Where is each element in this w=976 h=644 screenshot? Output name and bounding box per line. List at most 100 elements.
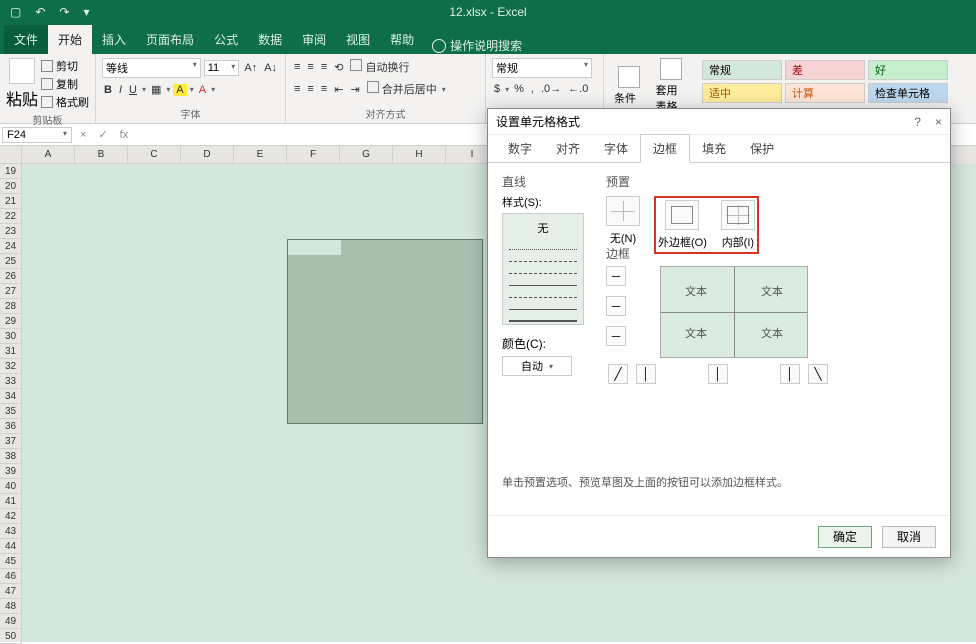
row-header[interactable]: 33 — [0, 374, 22, 389]
tell-me[interactable]: 操作说明搜索 — [432, 37, 522, 54]
row-header[interactable]: 39 — [0, 464, 22, 479]
format-painter-button[interactable]: 格式刷 — [41, 94, 89, 110]
row-header[interactable]: 40 — [0, 479, 22, 494]
italic-button[interactable]: I — [117, 83, 124, 97]
underline-button[interactable]: U — [127, 83, 139, 97]
help-icon[interactable]: ? — [914, 115, 921, 129]
comma-icon[interactable]: , — [529, 82, 536, 96]
row-header[interactable]: 20 — [0, 179, 22, 194]
border-vmid-button[interactable]: │ — [708, 364, 728, 384]
orientation-icon[interactable]: ⟲ — [332, 60, 345, 75]
currency-icon[interactable]: $ — [492, 82, 502, 96]
col-header[interactable]: H — [393, 146, 446, 164]
align-middle-icon[interactable]: ≡ — [305, 60, 315, 74]
style-neutral[interactable]: 适中 — [702, 83, 782, 103]
cancel-button[interactable]: 取消 — [882, 526, 936, 548]
undo-icon[interactable]: ↶ — [31, 5, 49, 19]
increase-font-icon[interactable]: A↑ — [242, 61, 259, 75]
bold-button[interactable]: B — [102, 83, 114, 97]
dialog-titlebar[interactable]: 设置单元格格式 ? × — [488, 109, 950, 135]
number-format-select[interactable]: 常规▾ — [492, 58, 592, 78]
row-header[interactable]: 28 — [0, 299, 22, 314]
preset-inside[interactable]: 内部(I) — [721, 200, 755, 250]
row-header[interactable]: 44 — [0, 539, 22, 554]
border-bottom-button[interactable]: ─ — [606, 326, 626, 346]
row-header[interactable]: 22 — [0, 209, 22, 224]
cut-button[interactable]: 剪切 — [41, 58, 89, 74]
row-header[interactable]: 48 — [0, 599, 22, 614]
row-header[interactable]: 45 — [0, 554, 22, 569]
style-check[interactable]: 检查单元格 — [868, 83, 948, 103]
tab-help[interactable]: 帮助 — [380, 25, 424, 54]
close-icon[interactable]: × — [935, 115, 942, 129]
border-hmid-button[interactable]: ─ — [606, 296, 626, 316]
font-size-select[interactable]: 11▾ — [204, 60, 240, 76]
row-header[interactable]: 37 — [0, 434, 22, 449]
border-left-button[interactable]: │ — [636, 364, 656, 384]
border-diag1-button[interactable]: ╱ — [608, 364, 628, 384]
redo-icon[interactable]: ↷ — [55, 5, 73, 19]
dlg-tab-number[interactable]: 数字 — [496, 135, 544, 162]
font-color-button[interactable]: A — [197, 83, 208, 97]
border-right-button[interactable]: │ — [780, 364, 800, 384]
col-header[interactable]: F — [287, 146, 340, 164]
tab-page-layout[interactable]: 页面布局 — [136, 25, 204, 54]
underline-more-icon[interactable]: ▾ — [142, 85, 146, 94]
row-header[interactable]: 49 — [0, 614, 22, 629]
col-header[interactable]: B — [75, 146, 128, 164]
enter-icon[interactable]: ✓ — [92, 128, 113, 141]
line-style-list[interactable]: 无 — [502, 213, 584, 325]
preset-outline[interactable]: 外边框(O) — [658, 200, 707, 250]
row-header[interactable]: 42 — [0, 509, 22, 524]
save-icon[interactable]: ▢ — [6, 5, 25, 19]
row-header[interactable]: 25 — [0, 254, 22, 269]
col-header[interactable]: E — [234, 146, 287, 164]
wrap-text-button[interactable]: 自动换行 — [348, 58, 411, 76]
dlg-tab-border[interactable]: 边框 — [640, 134, 690, 163]
percent-icon[interactable]: % — [512, 82, 526, 96]
align-top-icon[interactable]: ≡ — [292, 60, 302, 74]
row-header[interactable]: 21 — [0, 194, 22, 209]
line-color-select[interactable]: 自动 ▾ — [502, 356, 572, 376]
tab-data[interactable]: 数据 — [248, 25, 292, 54]
dlg-tab-protection[interactable]: 保护 — [738, 135, 786, 162]
copy-button[interactable]: 复制 — [41, 76, 89, 92]
border-top-button[interactable]: ─ — [606, 266, 626, 286]
border-preview[interactable]: 文本 文本 文本 文本 — [660, 266, 808, 358]
col-header[interactable]: D — [181, 146, 234, 164]
row-header[interactable]: 31 — [0, 344, 22, 359]
indent-increase-icon[interactable]: ⇥ — [348, 82, 361, 97]
merge-center-button[interactable]: 合并后居中 — [365, 80, 439, 98]
cancel-icon[interactable]: × — [74, 129, 92, 141]
row-header[interactable]: 29 — [0, 314, 22, 329]
ok-button[interactable]: 确定 — [818, 526, 872, 548]
tab-review[interactable]: 审阅 — [292, 25, 336, 54]
align-right-icon[interactable]: ≡ — [319, 82, 329, 96]
row-header[interactable]: 27 — [0, 284, 22, 299]
align-center-icon[interactable]: ≡ — [305, 82, 315, 96]
row-header[interactable]: 19 — [0, 164, 22, 179]
border-diag2-button[interactable]: ╲ — [808, 364, 828, 384]
indent-decrease-icon[interactable]: ⇤ — [332, 82, 345, 97]
font-name-select[interactable]: 等线▾ — [102, 58, 201, 78]
tab-formulas[interactable]: 公式 — [204, 25, 248, 54]
style-good[interactable]: 好 — [868, 60, 948, 80]
tab-file[interactable]: 文件 — [4, 25, 48, 54]
increase-decimal-icon[interactable]: .0→ — [539, 82, 563, 96]
dlg-tab-alignment[interactable]: 对齐 — [544, 135, 592, 162]
fill-color-button[interactable]: A — [173, 84, 186, 96]
row-header[interactable]: 24 — [0, 239, 22, 254]
dlg-tab-font[interactable]: 字体 — [592, 135, 640, 162]
tab-view[interactable]: 视图 — [336, 25, 380, 54]
row-header[interactable]: 35 — [0, 404, 22, 419]
dlg-tab-fill[interactable]: 填充 — [690, 135, 738, 162]
line-style-none[interactable]: 无 — [507, 218, 579, 238]
row-header[interactable]: 38 — [0, 449, 22, 464]
decrease-font-icon[interactable]: A↓ — [262, 61, 279, 75]
style-bad[interactable]: 差 — [785, 60, 865, 80]
row-header[interactable]: 41 — [0, 494, 22, 509]
decrease-decimal-icon[interactable]: ←.0 — [566, 82, 590, 96]
row-header[interactable]: 43 — [0, 524, 22, 539]
row-header[interactable]: 34 — [0, 389, 22, 404]
col-header[interactable]: G — [340, 146, 393, 164]
